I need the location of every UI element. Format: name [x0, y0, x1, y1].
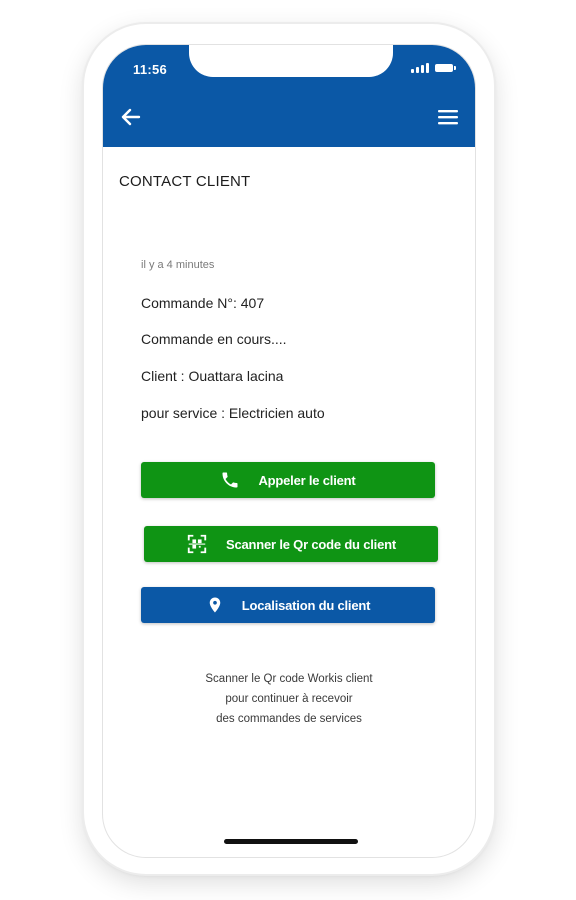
page-title: CONTACT CLIENT — [119, 173, 251, 190]
order-service: pour service : Electricien auto — [141, 405, 325, 421]
scan-hint-line-2: pour continuer à recevoir — [225, 693, 353, 705]
home-indicator[interactable] — [224, 839, 358, 844]
order-timestamp: il y a 4 minutes — [141, 259, 215, 271]
signal-icon — [411, 63, 429, 73]
locate-client-label: Localisation du client — [241, 597, 371, 613]
order-number: Commande N°: 407 — [141, 295, 265, 311]
phone-screen: 11:56 CONTACT CLIENT il y a 4 minutes Co… — [102, 44, 476, 858]
qr-scan-icon — [186, 533, 208, 555]
status-time: 11:56 — [133, 62, 168, 77]
phone-icon — [220, 470, 240, 490]
location-pin-icon — [206, 595, 224, 615]
stage: 11:56 CONTACT CLIENT il y a 4 minutes Co… — [0, 0, 576, 900]
back-button[interactable] — [119, 105, 143, 129]
app-header: 11:56 — [103, 45, 475, 147]
scan-hint-line-3: des commandes de services — [216, 713, 362, 725]
scan-qr-label: Scanner le Qr code du client — [226, 536, 396, 552]
scan-qr-button[interactable]: Scanner le Qr code du client — [144, 526, 438, 562]
call-client-label: Appeler le client — [258, 472, 356, 488]
order-client: Client : Ouattara lacina — [141, 368, 284, 384]
menu-button[interactable] — [437, 107, 459, 127]
scan-hint: Scanner le Qr code Workis client pour co… — [103, 669, 475, 729]
battery-icon — [435, 64, 456, 72]
phone-notch — [189, 45, 393, 77]
locate-client-button[interactable]: Localisation du client — [141, 587, 435, 623]
status-icons — [411, 63, 456, 73]
order-status: Commande en cours.... — [141, 331, 287, 347]
arrow-left-icon — [121, 108, 141, 126]
call-client-button[interactable]: Appeler le client — [141, 462, 435, 498]
scan-hint-line-1: Scanner le Qr code Workis client — [205, 673, 373, 685]
hamburger-menu-icon — [438, 110, 458, 125]
